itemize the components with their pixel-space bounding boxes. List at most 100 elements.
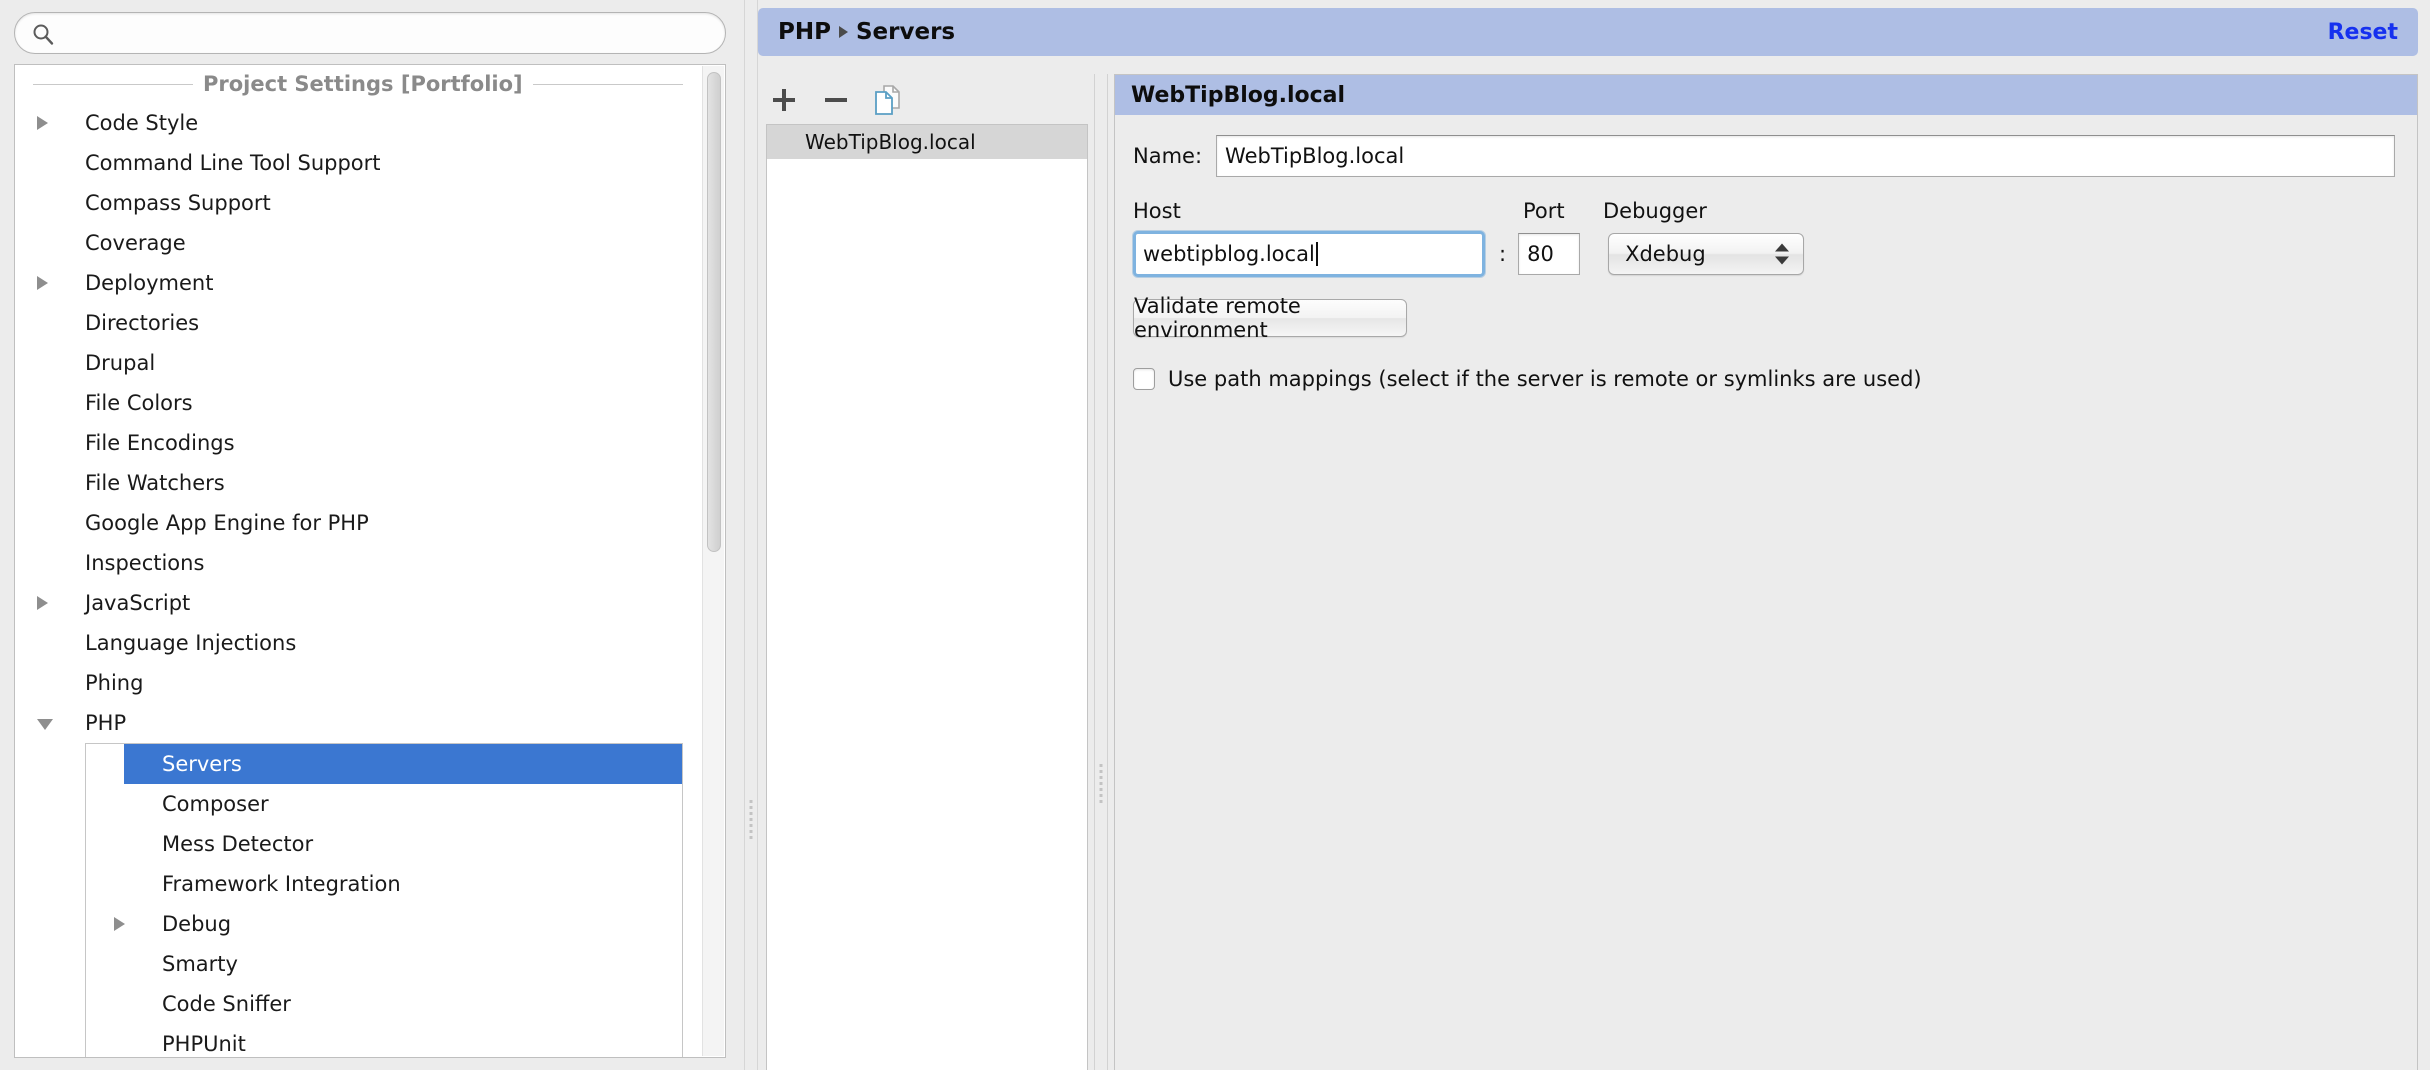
name-value: WebTipBlog.local	[1225, 144, 1405, 168]
sidebar-item-label: Directories	[85, 311, 200, 335]
form-title: WebTipBlog.local	[1115, 75, 2417, 115]
sidebar-item-label: Inspections	[85, 551, 205, 575]
use-path-mappings-checkbox[interactable]	[1133, 368, 1155, 390]
sidebar-item-deployment[interactable]: Deployment	[15, 263, 701, 303]
connection-labels-row: Host Port Debugger	[1133, 199, 2395, 223]
splitter-grip-icon	[1099, 764, 1103, 803]
search-row	[14, 12, 726, 54]
sidebar-item-command-line-tool-support[interactable]: Command Line Tool Support	[15, 143, 701, 183]
copy-server-button[interactable]	[862, 78, 914, 122]
pane-splitter[interactable]	[744, 0, 758, 1070]
validate-remote-environment-button[interactable]: Validate remote environment	[1133, 294, 1407, 342]
sidebar-item-php[interactable]: PHP	[15, 703, 701, 743]
breadcrumb-root[interactable]: PHP	[778, 19, 831, 45]
port-field[interactable]: 80	[1518, 233, 1581, 275]
sidebar-item-servers[interactable]: Servers	[124, 744, 682, 784]
chevron-right-icon[interactable]	[37, 276, 48, 290]
server-list-toolbar	[758, 74, 1088, 126]
sidebar-item-debug[interactable]: Debug	[86, 904, 682, 944]
tree-section-header: Project Settings [Portfolio]	[15, 65, 701, 103]
sidebar-item-directories[interactable]: Directories	[15, 303, 701, 343]
sidebar-item-label: Phing	[85, 671, 144, 695]
name-field[interactable]: WebTipBlog.local	[1216, 135, 2395, 177]
sidebar-item-label: Servers	[162, 752, 242, 776]
sidebar-item-inspections[interactable]: Inspections	[15, 543, 701, 583]
sidebar-item-label: Framework Integration	[162, 872, 401, 896]
chevron-right-icon[interactable]	[114, 917, 125, 931]
separator-rule-left	[33, 83, 193, 85]
text-caret	[1315, 242, 1318, 266]
server-list[interactable]: WebTipBlog.local	[766, 124, 1088, 1070]
sidebar-item-coverage[interactable]: Coverage	[15, 223, 701, 263]
path-mappings-row[interactable]: Use path mappings (select if the server …	[1133, 367, 2395, 391]
sidebar-item-label: Compass Support	[85, 191, 271, 215]
sidebar-item-label: Command Line Tool Support	[85, 151, 381, 175]
sidebar-item-file-colors[interactable]: File Colors	[15, 383, 701, 423]
sidebar-item-mess-detector[interactable]: Mess Detector	[86, 824, 682, 864]
plus-icon	[773, 89, 795, 111]
breadcrumb-leaf: Servers	[855, 19, 956, 45]
sidebar-item-file-encodings[interactable]: File Encodings	[15, 423, 701, 463]
sidebar-item-compass-support[interactable]: Compass Support	[15, 183, 701, 223]
server-name: WebTipBlog.local	[805, 130, 976, 154]
sidebar-item-label: Coverage	[85, 231, 186, 255]
sidebar-item-label: Code Style	[85, 111, 199, 135]
list-form-splitter[interactable]	[1094, 74, 1108, 1070]
sidebar-item-code-style[interactable]: Code Style	[15, 103, 701, 143]
tree-section-title: Project Settings [Portfolio]	[203, 72, 523, 96]
chevron-right-icon[interactable]	[37, 596, 48, 610]
port-label: Port	[1523, 199, 1565, 223]
host-label: Host	[1133, 199, 1181, 223]
settings-dialog: Project Settings [Portfolio] Code Style …	[0, 0, 2430, 1070]
sidebar-item-label: Code Sniffer	[162, 992, 291, 1016]
sidebar-item-label: File Colors	[85, 391, 193, 415]
settings-tree-pane: Project Settings [Portfolio] Code Style …	[0, 0, 742, 1070]
host-field[interactable]: webtipblog.local	[1133, 231, 1485, 277]
sidebar-item-javascript[interactable]: JavaScript	[15, 583, 701, 623]
sidebar-item-language-injections[interactable]: Language Injections	[15, 623, 701, 663]
search-input[interactable]	[63, 13, 713, 53]
server-form: WebTipBlog.local Name: WebTipBlog.local …	[1114, 74, 2418, 1070]
name-label: Name:	[1133, 144, 1203, 168]
chevron-right-icon[interactable]	[37, 116, 48, 130]
host-value: webtipblog.local	[1143, 242, 1315, 266]
form-body: Name: WebTipBlog.local Host Port Debugge…	[1115, 115, 2417, 391]
connection-inputs-row: webtipblog.local : 80 Xdebug	[1133, 231, 2395, 277]
sidebar-item-label: PHP	[85, 711, 127, 735]
sidebar-item-label: Debug	[162, 912, 232, 936]
name-row: Name: WebTipBlog.local	[1133, 135, 2395, 177]
sidebar-item-framework-integration[interactable]: Framework Integration	[86, 864, 682, 904]
sidebar-item-drupal[interactable]: Drupal	[15, 343, 701, 383]
sidebar-item-smarty[interactable]: Smarty	[86, 944, 682, 984]
chevron-down-icon[interactable]	[37, 719, 53, 730]
reset-link[interactable]: Reset	[2328, 20, 2398, 45]
sidebar-item-label: File Encodings	[85, 431, 235, 455]
port-value: 80	[1527, 242, 1554, 266]
search-box[interactable]	[14, 12, 726, 54]
sidebar-item-phpunit[interactable]: PHPUnit	[86, 1024, 682, 1057]
breadcrumb: PHP Servers	[778, 19, 955, 45]
settings-tree: Project Settings [Portfolio] Code Style …	[14, 64, 726, 1058]
sidebar-item-label: Mess Detector	[162, 832, 314, 856]
add-server-button[interactable]	[758, 78, 810, 122]
settings-tree-scrollbar[interactable]	[702, 66, 724, 1056]
sidebar-item-phing[interactable]: Phing	[15, 663, 701, 703]
scrollbar-thumb[interactable]	[707, 72, 721, 552]
settings-tree-scroll-area: Project Settings [Portfolio] Code Style …	[15, 65, 701, 1057]
debugger-label: Debugger	[1603, 199, 1707, 223]
sidebar-item-label: PHPUnit	[162, 1032, 246, 1056]
sidebar-item-label: Language Injections	[85, 631, 297, 655]
list-item[interactable]: WebTipBlog.local	[767, 125, 1087, 159]
sidebar-item-file-watchers[interactable]: File Watchers	[15, 463, 701, 503]
host-port-separator: :	[1499, 242, 1507, 266]
sidebar-item-google-app-engine-for-php[interactable]: Google App Engine for PHP	[15, 503, 701, 543]
sidebar-item-label: Smarty	[162, 952, 238, 976]
debugger-select[interactable]: Xdebug	[1608, 233, 1805, 275]
splitter-grip-icon	[749, 800, 753, 839]
sidebar-item-code-sniffer[interactable]: Code Sniffer	[86, 984, 682, 1024]
remove-server-button[interactable]	[810, 78, 862, 122]
copy-icon	[875, 85, 900, 115]
sidebar-item-composer[interactable]: Composer	[86, 784, 682, 824]
use-path-mappings-label: Use path mappings (select if the server …	[1168, 367, 1922, 391]
validate-label: Validate remote environment	[1134, 294, 1301, 342]
